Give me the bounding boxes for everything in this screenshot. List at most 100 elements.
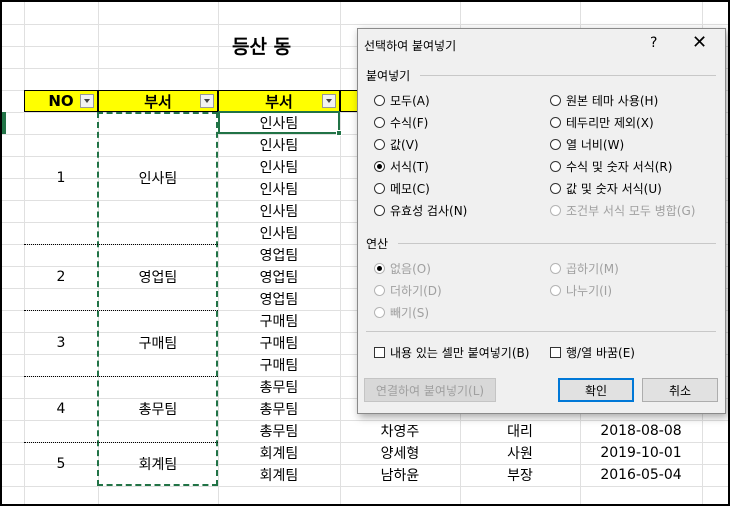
radio-circle[interactable] [550,117,561,128]
cell-dept[interactable]: 총무팀 [218,398,340,420]
operation-section-label: 연산 [366,237,389,251]
radio-circle[interactable] [374,95,385,106]
radio-circle[interactable] [550,161,561,172]
operation-option-radio: 빼기(S) [374,304,429,321]
operation-option-radio: 나누기(I) [550,282,612,299]
group-no-cell[interactable]: 3 [24,310,98,376]
cell-name[interactable]: 차영주 [340,420,460,442]
cell-name[interactable]: 남하윤 [340,464,460,486]
cancel-button[interactable]: 취소 [642,378,718,402]
radio-circle [374,263,385,274]
paste-option-radio[interactable]: 값 및 숫자 서식(U) [550,180,662,197]
cell-dept[interactable]: 총무팀 [218,376,340,398]
cell-dept[interactable]: 구매팀 [218,332,340,354]
cell-dept[interactable]: 회계팀 [218,442,340,464]
radio-label: 나누기(I) [566,284,613,298]
radio-label: 유효성 검사(N) [390,204,468,218]
checkbox-box[interactable] [374,347,385,358]
skip-blanks-checkbox[interactable]: 내용 있는 셀만 붙여넣기(B) [374,344,529,361]
radio-circle[interactable] [374,205,385,216]
skip-blanks-label: 내용 있는 셀만 붙여넣기(B) [390,346,530,360]
paste-option-radio[interactable]: 원본 테마 사용(H) [550,92,658,109]
radio-label: 수식 및 숫자 서식(R) [566,160,673,174]
checkbox-box[interactable] [550,347,561,358]
cell-date[interactable]: 2019-10-01 [580,442,702,464]
screenshot-frame: 등산 동 NO 부서 부서 1 인사팀 2 영업팀 3 구매팀 4 총무팀 5 회계팀 인사팀 인사팀… [0,0,730,506]
group-dept-cell[interactable]: 인사팀 [98,112,218,244]
filter-dropdown-icon[interactable] [200,94,214,108]
cell-dept[interactable]: 인사팀 [218,112,340,134]
radio-label: 열 너비(W) [566,138,625,152]
group-dept-cell[interactable]: 회계팀 [98,442,218,486]
header-dept1: 부서 [98,90,218,112]
cell-rank[interactable]: 대리 [460,420,580,442]
paste-option-radio[interactable]: 메모(C) [374,180,430,197]
cell-dept[interactable]: 인사팀 [218,156,340,178]
radio-circle [550,263,561,274]
paste-option-radio[interactable]: 수식 및 숫자 서식(R) [550,158,672,175]
radio-circle [374,307,385,318]
paste-option-radio[interactable]: 유효성 검사(N) [374,202,467,219]
filter-dropdown-icon[interactable] [322,94,336,108]
group-no-cell[interactable]: 5 [24,442,98,486]
cell-dept[interactable]: 영업팀 [218,288,340,310]
group-no-cell[interactable]: 1 [24,112,98,244]
transpose-label: 행/열 바꿈(E) [566,346,635,360]
cell-rank[interactable]: 사원 [460,442,580,464]
group-no-cell[interactable]: 2 [24,244,98,310]
radio-circle[interactable] [550,139,561,150]
radio-circle[interactable] [550,183,561,194]
paste-option-radio: 조건부 서식 모두 병합(G) [550,202,695,219]
operation-option-radio: 없음(O) [374,260,431,277]
cell-dept[interactable]: 인사팀 [218,200,340,222]
cell-dept[interactable]: 인사팀 [218,222,340,244]
radio-label: 값 및 숫자 서식(U) [566,182,662,196]
cell-dept[interactable]: 인사팀 [218,178,340,200]
radio-circle[interactable] [374,161,385,172]
cell-dept[interactable]: 구매팀 [218,310,340,332]
operation-option-radio: 더하기(D) [374,282,442,299]
transpose-checkbox[interactable]: 행/열 바꿈(E) [550,344,635,361]
cell-dept[interactable]: 회계팀 [218,464,340,486]
radio-circle [550,285,561,296]
cell-dept[interactable]: 영업팀 [218,244,340,266]
group-dept-cell[interactable]: 영업팀 [98,244,218,310]
cell-date[interactable]: 2018-08-08 [580,420,702,442]
radio-label: 조건부 서식 모두 병합(G) [566,204,696,218]
radio-circle[interactable] [374,139,385,150]
cell-dept[interactable]: 구매팀 [218,354,340,376]
paste-option-radio[interactable]: 모두(A) [374,92,430,109]
paste-option-radio[interactable]: 테두리만 제외(X) [550,114,654,131]
radio-circle [550,205,561,216]
cell-dept[interactable]: 영업팀 [218,266,340,288]
sheet-title: 등산 동 [232,36,292,58]
radio-circle[interactable] [374,117,385,128]
paste-option-radio[interactable]: 서식(T) [374,158,429,175]
ok-button[interactable]: 확인 [558,378,634,402]
paste-option-radio[interactable]: 수식(F) [374,114,428,131]
cell-name[interactable]: 양세형 [340,442,460,464]
radio-circle[interactable] [374,183,385,194]
cell-dept[interactable]: 총무팀 [218,420,340,442]
filter-dropdown-icon[interactable] [80,94,94,108]
paste-option-radio[interactable]: 값(V) [374,136,419,153]
cell-rank[interactable]: 부장 [460,464,580,486]
radio-circle [374,285,385,296]
group-no-cell[interactable]: 4 [24,376,98,442]
radio-circle[interactable] [550,95,561,106]
paste-link-button[interactable]: 연결하여 붙여넣기(L) [364,378,496,402]
group-dept-cell[interactable]: 구매팀 [98,310,218,376]
gridline [2,486,728,487]
paste-special-dialog: 선택하여 붙여넣기 ? ✕ 붙여넣기 모두(A) 수식(F) 값(V) 서식(T) 메모… [357,28,726,414]
radio-label: 더하기(D) [390,284,442,298]
paste-section-label: 붙여넣기 [366,69,411,83]
cell-date[interactable]: 2016-05-04 [580,464,702,486]
close-icon[interactable]: ✕ [692,32,707,53]
section-divider [366,331,716,332]
header-dept2: 부서 [218,90,340,112]
group-dept-cell[interactable]: 총무팀 [98,376,218,442]
section-divider [420,75,716,76]
help-button[interactable]: ? [650,35,657,51]
cell-dept[interactable]: 인사팀 [218,134,340,156]
paste-option-radio[interactable]: 열 너비(W) [550,136,624,153]
